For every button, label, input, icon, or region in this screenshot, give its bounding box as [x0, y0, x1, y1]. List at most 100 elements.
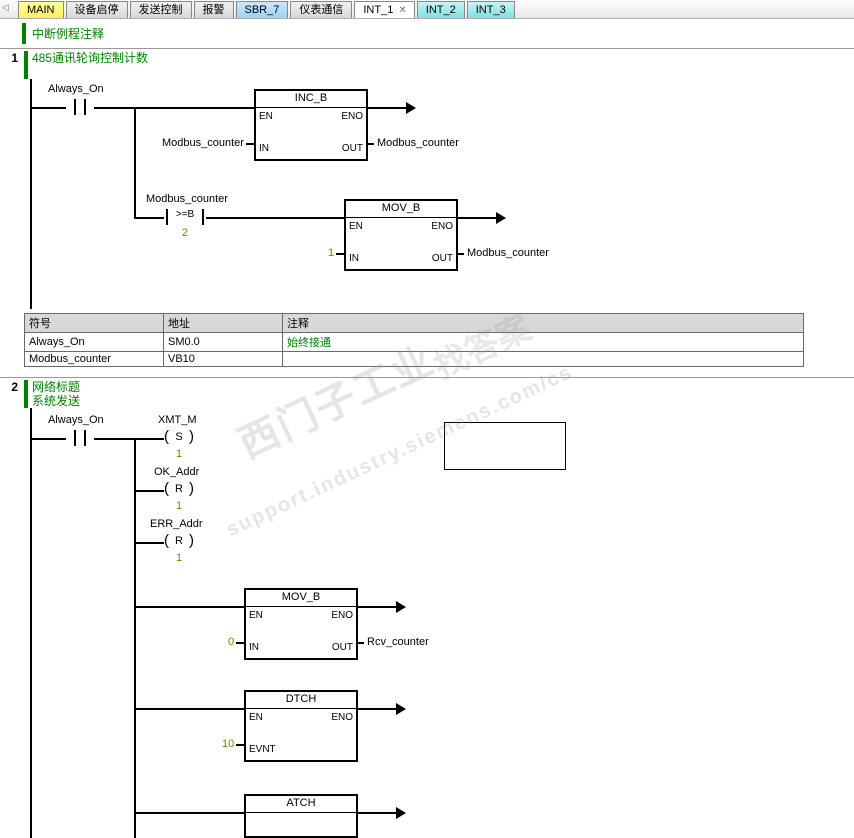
network-1-title[interactable]: 485通讯轮询控制计数: [24, 49, 854, 79]
wire: [134, 107, 136, 219]
pin-en: EN: [259, 111, 273, 122]
inc-b-out-operand: Modbus_counter: [377, 137, 459, 149]
contact-always-on[interactable]: [66, 99, 94, 115]
coil-xmt-m-count: 1: [176, 448, 182, 460]
tab-int1[interactable]: INT_1 ×: [354, 1, 414, 18]
coil-ok-addr[interactable]: (R): [164, 482, 194, 498]
coil-err-addr-label: ERR_Addr: [150, 518, 203, 530]
network-1: 1 485通讯轮询控制计数 Always_On INC_B EN ENO IN …: [0, 48, 854, 367]
symbol-table-1: 符号 地址 注释 Always_On SM0.0 始终接通 Modbus_cou…: [24, 313, 804, 367]
coil-err-addr-count: 1: [176, 552, 182, 564]
network-2-ladder[interactable]: Always_On (S) XMT_M 1 (R) OK_Addr 1 (R) …: [24, 408, 854, 838]
divider: [346, 217, 456, 218]
coil-xmt-m-label: XMT_M: [158, 414, 197, 426]
pin-in: IN: [249, 642, 259, 653]
pin-evnt: EVNT: [249, 744, 276, 755]
mov-b-1-in-operand: 1: [328, 247, 334, 259]
network-1-ladder[interactable]: Always_On INC_B EN ENO IN OUT Modbus_cou…: [24, 79, 854, 309]
sym-comment: [283, 352, 804, 367]
sym-col-symbol[interactable]: 符号: [25, 314, 164, 333]
block-dtch-title: DTCH: [246, 693, 356, 705]
wire: [134, 542, 164, 544]
tab-bar: ◁ MAIN 设备启停 发送控制 报警 SBR_7 仪表通信 INT_1 × I…: [0, 0, 854, 19]
table-row[interactable]: Modbus_counter VB10: [25, 352, 804, 367]
left-rail: [30, 79, 32, 309]
wire: [134, 812, 244, 814]
contact-always-on-label: Always_On: [48, 83, 104, 95]
divider: [246, 812, 356, 813]
contact-always-on-2-label: Always_On: [48, 414, 104, 426]
inc-b-in-operand: Modbus_counter: [162, 137, 244, 149]
left-rail: [30, 408, 32, 838]
network-2-title-l1: 网络标题: [24, 380, 854, 394]
tab-alarm[interactable]: 报警: [194, 1, 234, 18]
pin-in: IN: [259, 143, 269, 154]
block-atch-title: ATCH: [246, 797, 356, 809]
coil-err-addr[interactable]: (R): [164, 534, 194, 550]
pin-out: OUT: [332, 642, 353, 653]
compare-geb[interactable]: >=B: [164, 209, 206, 225]
network-2-title[interactable]: 网络标题 系统发送: [24, 378, 854, 408]
wire: [366, 143, 374, 145]
mov-b-2-out-operand: Rcv_counter: [367, 636, 429, 648]
sym-col-comment[interactable]: 注释: [283, 314, 804, 333]
sym-name: Always_On: [25, 333, 164, 352]
divider: [246, 708, 356, 709]
pin-eno: ENO: [331, 712, 353, 723]
mov-b-1-out-operand: Modbus_counter: [467, 247, 549, 259]
pin-out: OUT: [432, 253, 453, 264]
sym-col-address[interactable]: 地址: [164, 314, 283, 333]
tab-int3[interactable]: INT_3: [467, 1, 515, 18]
wire: [236, 642, 244, 644]
sym-addr: SM0.0: [164, 333, 283, 352]
tab-main[interactable]: MAIN: [18, 1, 64, 18]
block-mov-b-2[interactable]: MOV_B EN ENO IN OUT: [244, 588, 358, 660]
divider: [256, 107, 366, 108]
coil-xmt-m[interactable]: (S): [164, 430, 194, 446]
wire: [236, 744, 244, 746]
pin-eno: ENO: [431, 221, 453, 232]
compare-const: 2: [182, 227, 188, 239]
tab-int1-close-icon[interactable]: ×: [399, 3, 405, 17]
coil-ok-addr-count: 1: [176, 500, 182, 512]
block-dtch[interactable]: DTCH EN ENO EVNT: [244, 690, 358, 762]
tab-nav-left-icon[interactable]: ◁: [2, 2, 9, 13]
wire: [456, 253, 464, 255]
mov-b-2-in-operand: 0: [228, 636, 234, 648]
sym-addr: VB10: [164, 352, 283, 367]
wire: [32, 107, 66, 109]
file-comment: 中断例程注释: [22, 23, 854, 44]
tab-int2[interactable]: INT_2: [417, 1, 465, 18]
wire: [336, 253, 344, 255]
pin-en: EN: [249, 610, 263, 621]
pin-eno: ENO: [331, 610, 353, 621]
wire: [94, 438, 164, 440]
wire: [94, 107, 254, 109]
network-1-title-text: 485通讯轮询控制计数: [24, 51, 854, 65]
wire: [134, 708, 244, 710]
pin-en: EN: [349, 221, 363, 232]
wire: [246, 143, 254, 145]
compare-op: >=B: [164, 209, 206, 220]
block-atch[interactable]: ATCH: [244, 794, 358, 838]
sym-comment: 始终接通: [283, 333, 804, 352]
tab-sbr7[interactable]: SBR_7: [236, 1, 289, 18]
callout-box[interactable]: [444, 422, 566, 470]
block-mov-b-1[interactable]: MOV_B EN ENO IN OUT: [344, 199, 458, 271]
wire: [134, 606, 244, 608]
coil-ok-addr-label: OK_Addr: [154, 466, 199, 478]
tab-send-ctrl[interactable]: 发送控制: [130, 1, 192, 18]
table-row[interactable]: Always_On SM0.0 始终接通: [25, 333, 804, 352]
tab-meter-comm[interactable]: 仪表通信: [290, 1, 352, 18]
network-2-title-l2: 系统发送: [24, 394, 854, 408]
compare-operand: Modbus_counter: [146, 193, 228, 205]
wire: [134, 217, 164, 219]
tab-int1-label: INT_1: [363, 3, 393, 17]
tab-device[interactable]: 设备启停: [66, 1, 128, 18]
network-2: 2 网络标题 系统发送 Always_On (S) XMT_M 1 (R): [0, 377, 854, 838]
contact-always-on-2[interactable]: [66, 430, 94, 446]
wire: [356, 642, 364, 644]
pin-eno: ENO: [341, 111, 363, 122]
block-inc-b[interactable]: INC_B EN ENO IN OUT: [254, 89, 368, 161]
dtch-evnt-operand: 10: [222, 738, 234, 750]
